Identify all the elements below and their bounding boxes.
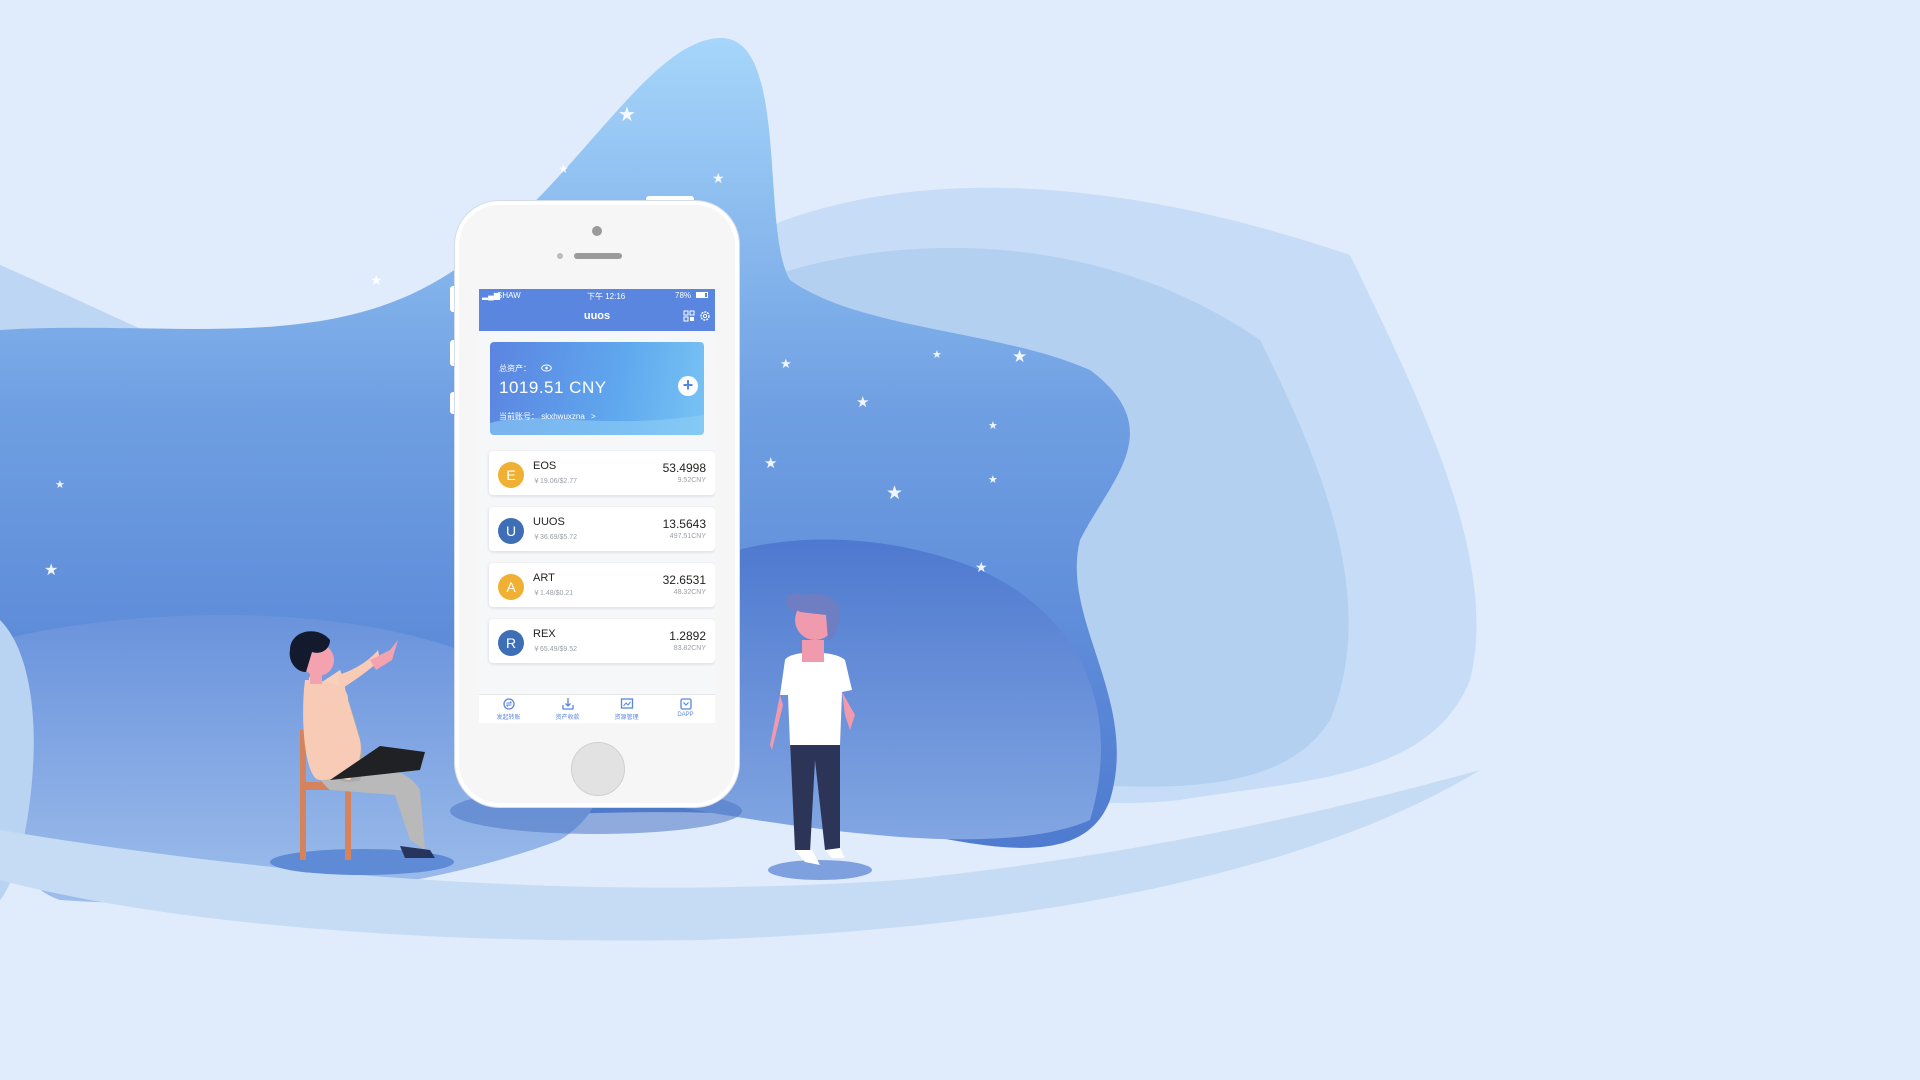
token-row-rex[interactable]: R REX ￥65.49/$9.52 1.2892 83.82CNY: [489, 619, 715, 663]
token-cny-value: 9.52CNY: [677, 477, 706, 484]
eye-icon[interactable]: [541, 364, 552, 372]
transfer-icon: [502, 698, 515, 710]
token-amount: 32.6531: [662, 573, 706, 587]
tab-receive[interactable]: 资产收款: [538, 697, 597, 721]
star-icon: ★: [764, 455, 778, 472]
status-time: 下午 12:16: [587, 292, 626, 301]
uuos-coin-icon: U: [498, 518, 524, 544]
app-title: uuos: [583, 310, 611, 322]
star-icon: ★: [618, 104, 636, 126]
person-2-shadow: [768, 860, 872, 880]
token-price: ￥36.69/$5.72: [533, 534, 577, 541]
token-name: REX: [533, 628, 556, 640]
dapp-icon: [679, 698, 692, 710]
proximity-sensor: [557, 253, 563, 259]
star-icon: ★: [370, 272, 383, 288]
token-name: ART: [533, 572, 555, 584]
tab-transfer[interactable]: 发起转账: [479, 697, 538, 721]
carrier-name: SHAW: [497, 291, 521, 300]
star-icon: ★: [975, 559, 988, 575]
token-name: UUOS: [533, 516, 565, 528]
app-screen: ▂▄▆ SHAW 下午 12:16 78% uuos 总资产： 1019.51 …: [479, 289, 715, 723]
tab-resource[interactable]: 资源管理: [597, 697, 656, 721]
nav-bar: uuos: [479, 303, 715, 331]
star-icon: ★: [988, 420, 998, 432]
star-icon: ★: [886, 483, 904, 504]
home-button[interactable]: [571, 742, 625, 796]
art-coin-icon: A: [498, 574, 524, 600]
tab-label: 发起转账: [496, 715, 521, 721]
star-icon: ★: [44, 562, 59, 579]
token-price: ￥65.49/$9.52: [533, 646, 577, 653]
account-name: skxhwuxzna: [541, 412, 585, 421]
current-account[interactable]: 当前账号： skxhwuxzna >: [499, 411, 596, 422]
tab-dapp[interactable]: DAPP: [656, 697, 715, 718]
star-icon: ★: [558, 162, 569, 176]
star-icon: ★: [932, 349, 942, 361]
total-asset-value: 1019.51 CNY: [499, 378, 607, 397]
star-icon: ★: [780, 356, 792, 371]
token-row-uuos[interactable]: U UUOS ￥36.69/$5.72 13.5643 497.51CNY: [489, 507, 715, 551]
battery-icon: [696, 292, 708, 298]
token-price: ￥19.06/$2.77: [533, 478, 577, 485]
scan-icon[interactable]: [683, 310, 695, 322]
star-icon: ★: [856, 394, 870, 411]
bottom-tab-bar: 发起转账 资产收款 资源管理 DAPP: [479, 694, 715, 723]
front-camera: [592, 226, 602, 236]
token-row-eos[interactable]: E EOS ￥19.06/$2.77 53.4998 9.52CNY: [489, 451, 715, 495]
token-cny-value: 497.51CNY: [669, 533, 706, 540]
account-label: 当前账号：: [499, 412, 539, 421]
token-amount: 53.4998: [662, 461, 706, 475]
total-asset-label: 总资产：: [499, 364, 531, 373]
rex-coin-icon: R: [498, 630, 524, 656]
tab-label: 资产收款: [555, 715, 580, 721]
total-asset-card[interactable]: 总资产： 1019.51 CNY + 当前账号： skxhwuxzna >: [490, 342, 704, 435]
background-illustration: [0, 37, 1480, 941]
resource-icon: [620, 698, 633, 709]
receive-icon: [561, 698, 574, 710]
status-battery: 78%: [675, 291, 692, 300]
token-row-art[interactable]: A ART ￥1.48/$0.21 32.6531 48.32CNY: [489, 563, 715, 607]
token-cny-value: 48.32CNY: [673, 589, 706, 596]
tab-label: 资源管理: [614, 715, 639, 721]
add-button[interactable]: +: [678, 376, 698, 396]
phone-mockup: ▂▄▆ SHAW 下午 12:16 78% uuos 总资产： 1019.51 …: [455, 201, 739, 807]
token-amount: 13.5643: [662, 517, 706, 531]
token-cny-value: 83.82CNY: [673, 645, 706, 652]
chevron-right-icon: >: [591, 412, 596, 421]
star-icon: ★: [55, 479, 65, 491]
tab-label: DAPP: [677, 712, 694, 718]
star-icon: ★: [1012, 347, 1028, 366]
status-bar: ▂▄▆ SHAW 下午 12:16 78%: [479, 289, 715, 303]
earpiece-speaker: [574, 253, 622, 259]
gear-icon[interactable]: [699, 310, 711, 322]
star-icon: ★: [712, 170, 725, 186]
token-price: ￥1.48/$0.21: [533, 590, 574, 597]
star-icon: ★: [988, 474, 998, 486]
eos-coin-icon: E: [498, 462, 524, 488]
token-name: EOS: [533, 460, 557, 472]
token-amount: 1.2892: [669, 629, 706, 643]
